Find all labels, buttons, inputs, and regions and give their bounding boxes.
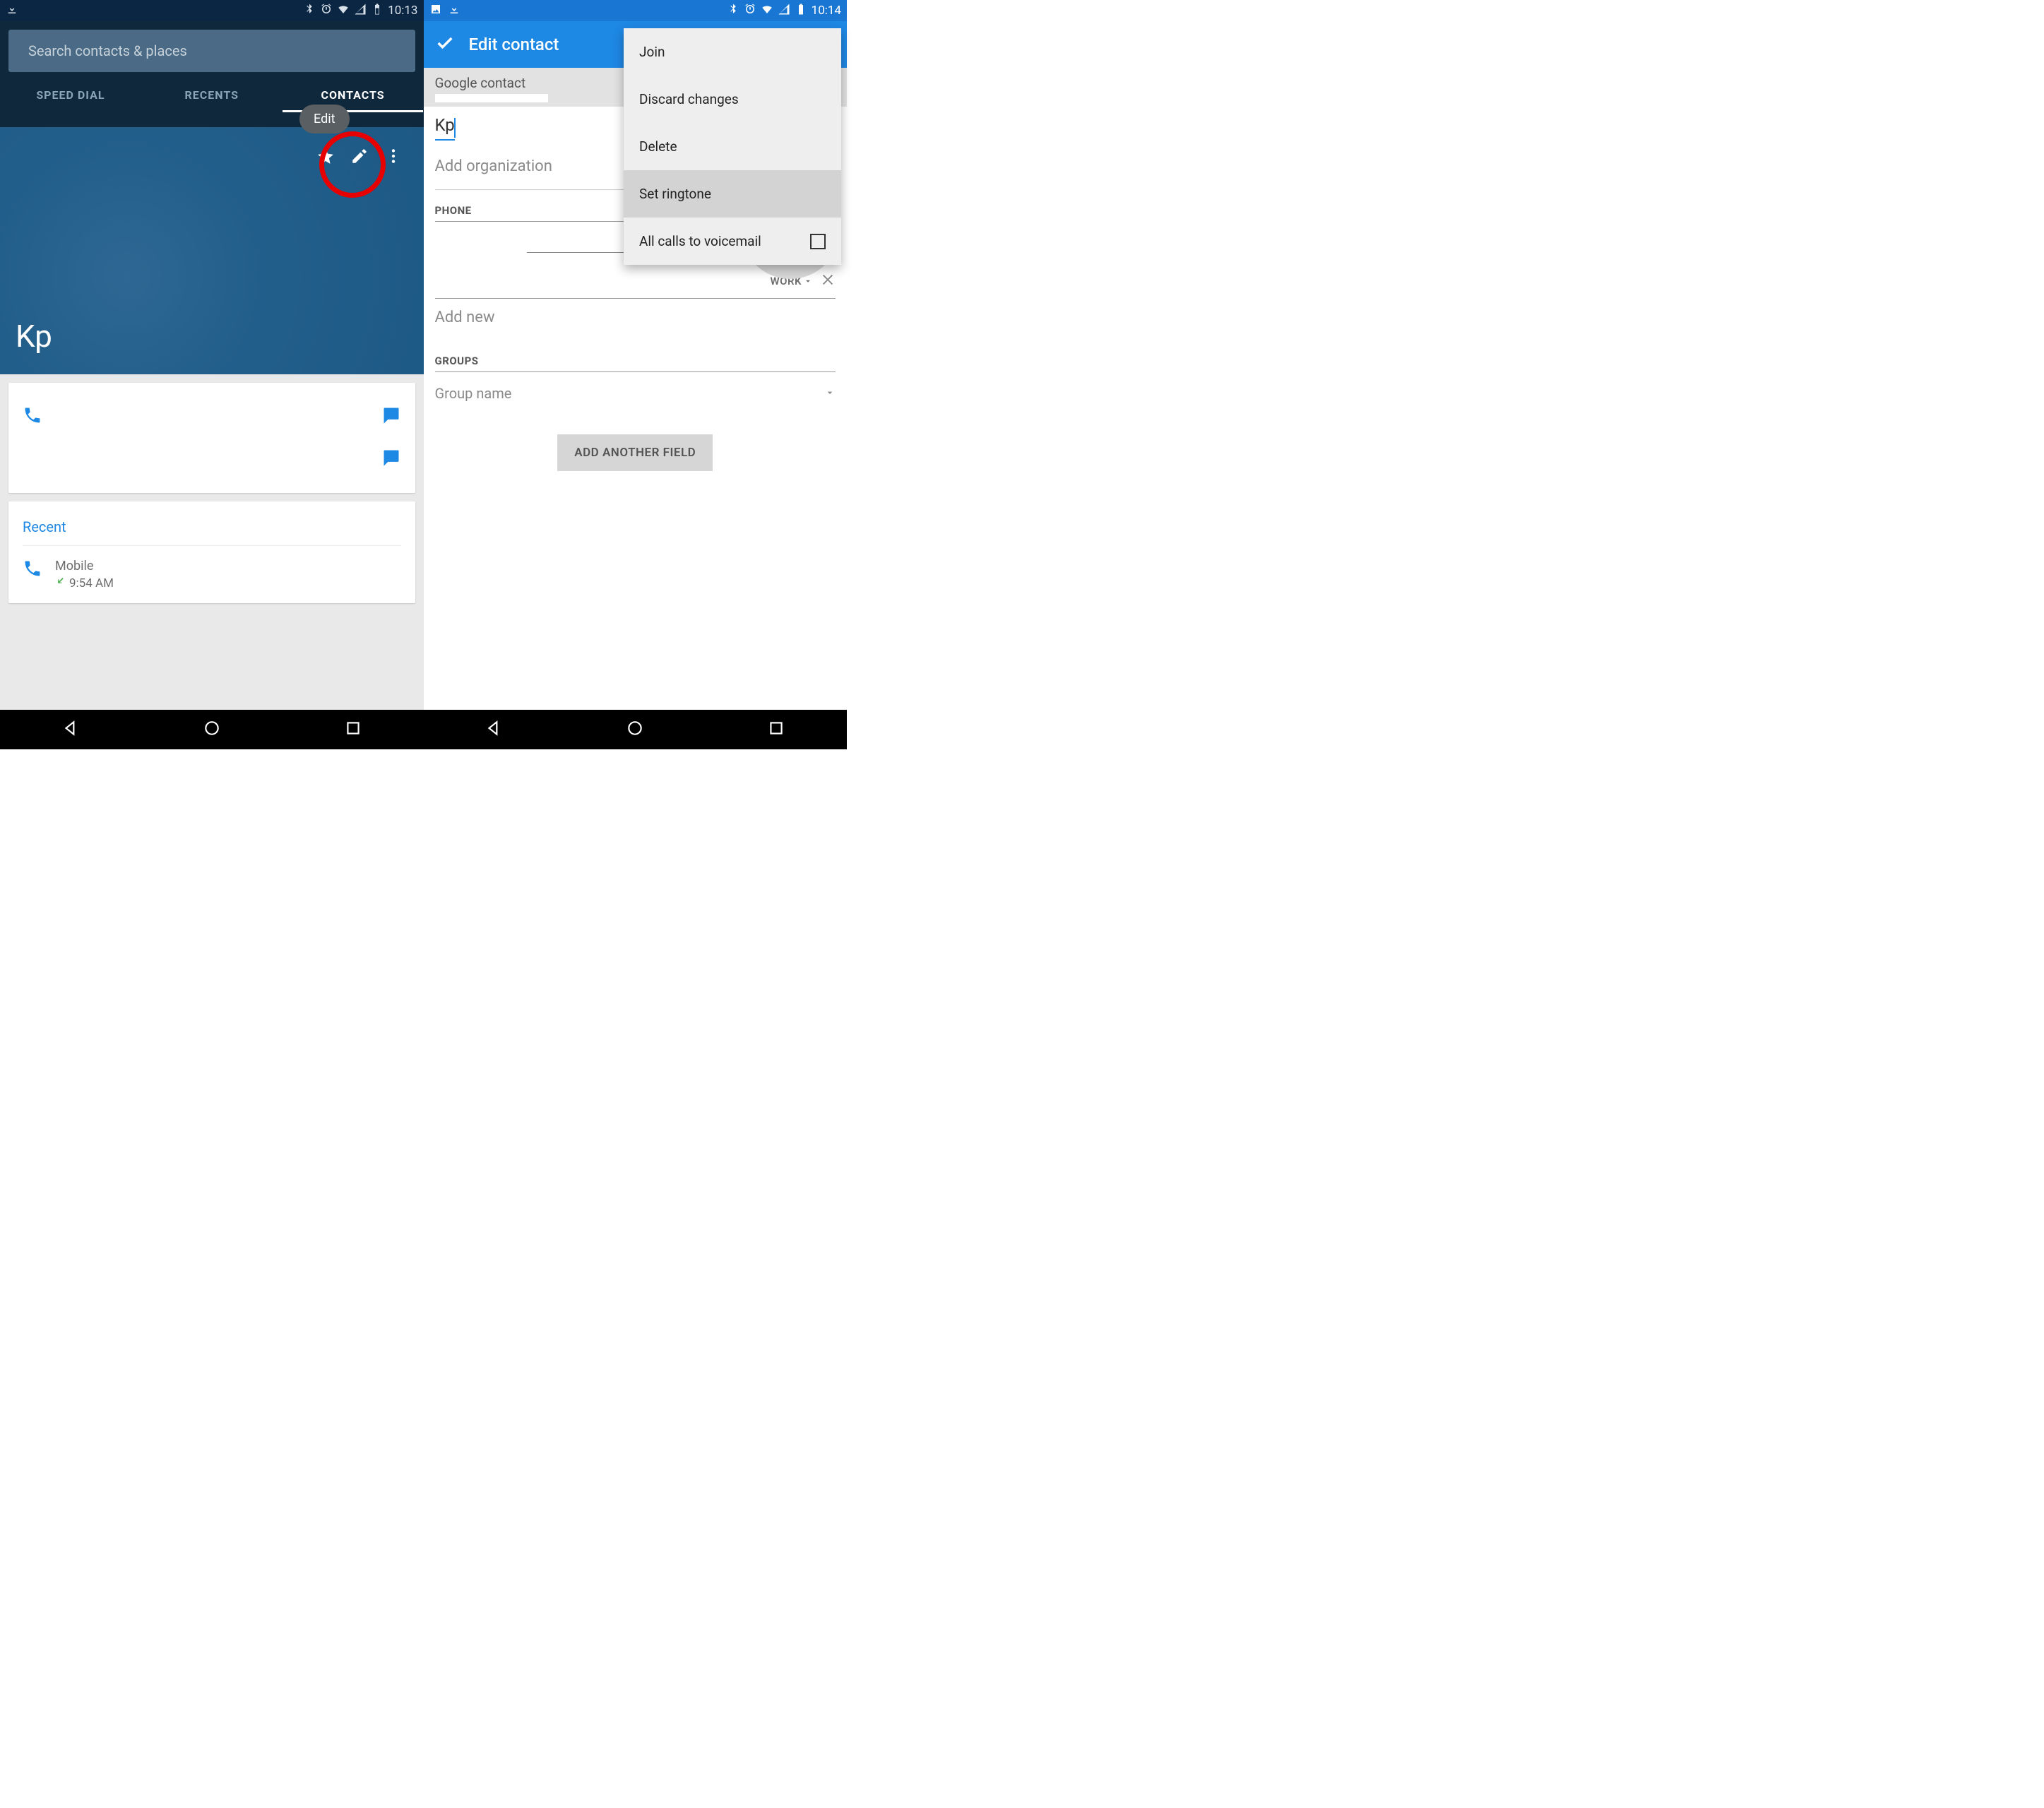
remove-icon[interactable] [820,272,836,290]
recent-call-item[interactable]: Mobile 9:54 AM [23,559,401,590]
wifi-icon [337,3,350,19]
menu-voicemail-label: All calls to voicemail [639,233,810,249]
menu-delete[interactable]: Delete [624,123,841,170]
chevron-down-icon [824,385,836,402]
status-bar: 10:14 [424,0,848,21]
nav-bar [0,710,424,749]
checkbox-icon[interactable] [810,234,826,249]
section-groups: GROUPS [435,355,836,372]
group-field[interactable]: Group name [435,372,836,415]
tabs: SPEED DIAL RECENTS CONTACTS [0,76,424,113]
back-button[interactable] [485,719,503,740]
search-placeholder: Search contacts & places [28,42,386,59]
nav-bar [424,710,848,749]
message-icon[interactable] [381,448,401,470]
dialer-header: Search contacts & places SPEED DIAL RECE… [0,21,424,113]
tab-recents[interactable]: RECENTS [141,88,283,102]
contact-hero: Kp [0,127,424,374]
menu-discard[interactable]: Discard changes [624,76,841,123]
download-icon [448,3,461,19]
menu-join[interactable]: Join [624,28,841,76]
status-time: 10:13 [388,4,417,18]
done-icon[interactable] [435,33,455,56]
alarm-icon [320,3,333,19]
phone-icon[interactable] [23,405,42,428]
star-icon[interactable] [316,147,335,168]
recent-type: Mobile [55,559,114,573]
search-bar[interactable]: Search contacts & places [8,30,415,72]
incoming-icon [55,576,65,590]
phone-icon [23,559,42,581]
tab-speed-dial[interactable]: SPEED DIAL [0,88,141,102]
contact-name: Kp [16,318,52,355]
signal-icon [354,3,367,19]
menu-voicemail[interactable]: All calls to voicemail [624,218,841,265]
screen-contact-detail: 10:13 Search contacts & places SPEED DIA… [0,0,424,749]
battery-icon [795,3,807,19]
message-icon[interactable] [381,405,401,428]
battery-icon [371,3,384,19]
add-another-field-button[interactable]: ADD ANOTHER FIELD [557,434,713,471]
account-label: Google contact [435,75,526,91]
alarm-icon [744,3,756,19]
bluetooth-icon [303,3,316,19]
text-cursor [454,118,456,138]
signal-icon [778,3,790,19]
name-field[interactable]: Kp [435,107,455,141]
screen-edit-contact: 10:14 Edit contact Google contact Kp Add… [424,0,848,749]
overflow-menu: Join Discard changes Delete Set ringtone… [624,28,841,265]
cards-area: Recent Mobile 9:54 AM [0,374,424,710]
bluetooth-icon [727,3,739,19]
recent-card: Recent Mobile 9:54 AM [8,501,415,603]
recents-button[interactable] [344,719,362,740]
group-placeholder: Group name [435,385,825,402]
image-icon [429,3,442,19]
phone-card [8,383,415,493]
overflow-icon[interactable] [384,147,403,168]
back-button[interactable] [61,719,80,740]
add-new-phone[interactable]: Add new [435,299,836,340]
page-title: Edit contact [469,35,559,54]
home-button[interactable] [626,719,644,740]
account-email [435,94,548,102]
edit-tooltip: Edit [299,105,349,133]
menu-set-ringtone[interactable]: Set ringtone [624,170,841,218]
status-time: 10:14 [812,4,841,18]
phone-field[interactable] [435,270,763,292]
recent-time: 9:54 AM [69,576,114,590]
recents-button[interactable] [767,719,785,740]
list-scrim [0,113,424,127]
status-bar: 10:13 [0,0,424,21]
home-button[interactable] [203,719,221,740]
download-icon [6,3,18,19]
wifi-icon [761,3,773,19]
edit-icon[interactable] [350,147,369,168]
recent-heading: Recent [23,514,401,546]
